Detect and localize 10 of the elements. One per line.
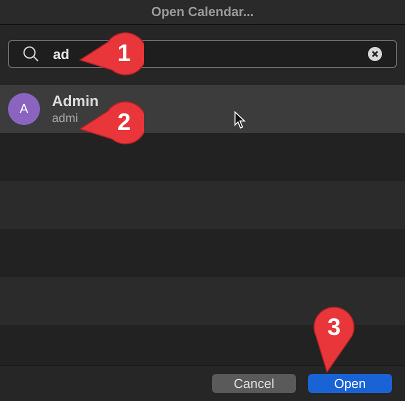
open-button[interactable]: Open [308,374,392,393]
mouse-cursor-icon [234,111,246,129]
callout-marker: 3 [312,306,356,374]
cancel-button[interactable]: Cancel [212,374,296,393]
result-subtitle: admi [52,110,80,126]
window-title: Open Calendar... [151,3,254,22]
avatar: A [8,93,40,125]
clear-icon[interactable] [368,47,382,61]
callout-marker: 1 [78,32,144,76]
search-icon [23,46,39,62]
